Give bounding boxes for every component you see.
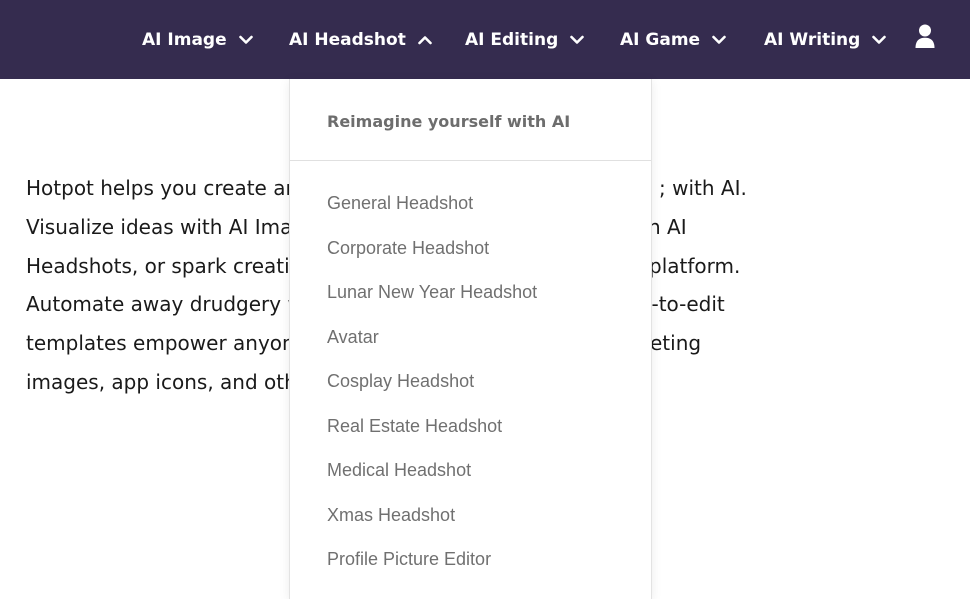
- nav-ai-headshot[interactable]: AI Headshot: [289, 0, 432, 79]
- headshot-dropdown-menu: Reimagine yourself with AI General Heads…: [289, 79, 652, 599]
- menu-item-profile-picture-editor[interactable]: Profile Picture Editor: [327, 547, 537, 592]
- nav-ai-writing[interactable]: AI Writing: [764, 0, 887, 79]
- nav-ai-image[interactable]: AI Image: [142, 0, 253, 79]
- dropdown-divider: [290, 160, 651, 161]
- menu-item-xmas-headshot[interactable]: Xmas Headshot: [327, 503, 537, 548]
- menu-item-avatar[interactable]: Avatar: [327, 325, 537, 370]
- menu-item-general-headshot[interactable]: General Headshot: [327, 191, 537, 236]
- menu-item-real-estate-headshot[interactable]: Real Estate Headshot: [327, 414, 537, 459]
- chevron-down-icon: [238, 35, 253, 45]
- nav-ai-game[interactable]: AI Game: [620, 0, 726, 79]
- nav-label: AI Headshot: [289, 29, 406, 50]
- dropdown-heading: Reimagine yourself with AI: [327, 112, 571, 131]
- user-icon[interactable]: [914, 24, 936, 50]
- menu-item-medical-headshot[interactable]: Medical Headshot: [327, 458, 537, 503]
- chevron-up-icon: [418, 35, 432, 45]
- menu-item-lunar-new-year-headshot[interactable]: Lunar New Year Headshot: [327, 280, 537, 325]
- menu-item-cosplay-headshot[interactable]: Cosplay Headshot: [327, 369, 537, 414]
- nav-label: AI Game: [620, 29, 701, 50]
- nav-label: AI Image: [142, 29, 227, 50]
- nav-ai-editing[interactable]: AI Editing: [465, 0, 585, 79]
- menu-item-corporate-headshot[interactable]: Corporate Headshot: [327, 236, 537, 281]
- nav-label: AI Editing: [465, 29, 559, 50]
- top-navbar: AI Image AI Headshot AI Editing AI Game …: [0, 0, 970, 79]
- chevron-down-icon: [570, 35, 585, 45]
- nav-label: AI Writing: [764, 29, 861, 50]
- chevron-down-icon: [712, 35, 726, 45]
- chevron-down-icon: [872, 35, 887, 45]
- dropdown-list: General Headshot Corporate Headshot Luna…: [327, 191, 537, 592]
